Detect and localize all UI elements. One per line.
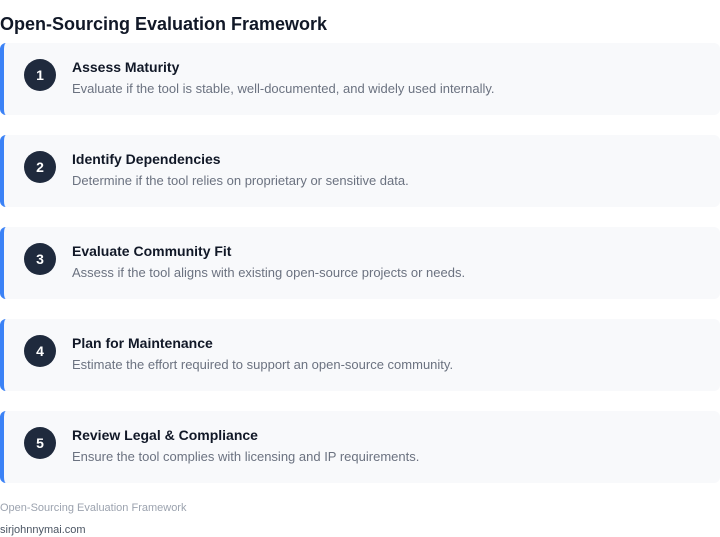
step-number-badge: 3 — [24, 243, 56, 275]
step-title: Plan for Maintenance — [72, 335, 213, 351]
step-card-assess-maturity: 1 Assess Maturity Evaluate if the tool i… — [0, 43, 720, 115]
step-card-plan-for-maintenance: 4 Plan for Maintenance Estimate the effo… — [0, 319, 720, 391]
step-description: Ensure the tool complies with licensing … — [72, 449, 420, 464]
step-title: Review Legal & Compliance — [72, 427, 258, 443]
step-number-badge: 4 — [24, 335, 56, 367]
step-card-identify-dependencies: 2 Identify Dependencies Determine if the… — [0, 135, 720, 207]
step-description: Estimate the effort required to support … — [72, 357, 454, 372]
step-number-badge: 5 — [24, 427, 56, 459]
page-title: Open-Sourcing Evaluation Framework — [0, 14, 328, 35]
footer-source-link[interactable]: sirjohnnymai.com — [0, 523, 86, 537]
footer-caption: Open-Sourcing Evaluation Framework — [0, 502, 187, 514]
step-number-badge: 1 — [24, 59, 56, 91]
step-number-badge: 2 — [24, 151, 56, 183]
step-card-review-legal-compliance: 5 Review Legal & Compliance Ensure the t… — [0, 411, 720, 483]
step-title: Evaluate Community Fit — [72, 243, 232, 259]
step-description: Determine if the tool relies on propriet… — [72, 173, 409, 188]
steps-list: 1 Assess Maturity Evaluate if the tool i… — [0, 43, 720, 503]
step-title: Identify Dependencies — [72, 151, 221, 167]
step-description: Assess if the tool aligns with existing … — [72, 265, 466, 280]
step-title: Assess Maturity — [72, 59, 180, 75]
step-description: Evaluate if the tool is stable, well-doc… — [72, 81, 495, 96]
step-card-evaluate-community-fit: 3 Evaluate Community Fit Assess if the t… — [0, 227, 720, 299]
